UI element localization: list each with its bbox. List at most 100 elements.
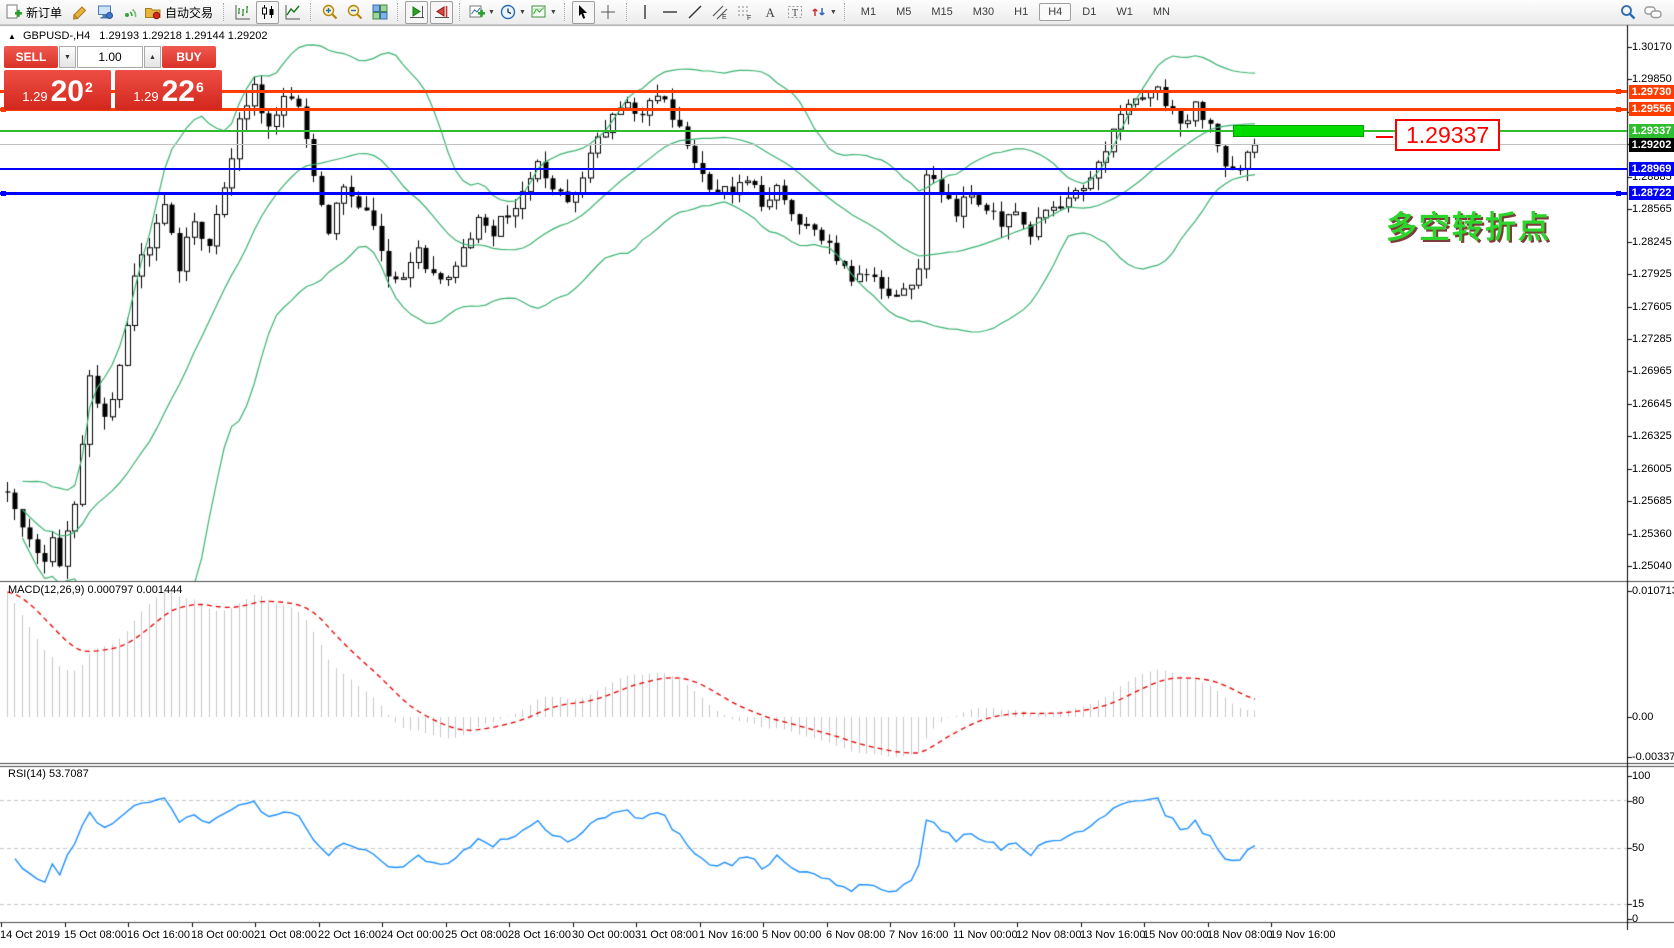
crosshair-button[interactable] (597, 1, 620, 24)
sell-price-small: 1.29 (22, 89, 47, 104)
periods-button[interactable]: ▼ (498, 1, 527, 24)
chart-bars-button[interactable] (231, 1, 254, 24)
price-level-line-1.29556[interactable] (0, 108, 1627, 111)
indicators-button[interactable]: ▼ (467, 1, 496, 24)
chat-button[interactable] (1641, 1, 1664, 24)
timeframe-m15[interactable]: M15 (922, 3, 961, 21)
crosshair-icon (599, 3, 617, 21)
arrows-button[interactable]: ▼ (809, 1, 838, 24)
text-label-icon: T (786, 3, 804, 21)
horizontal-line-button[interactable] (659, 1, 682, 24)
time-axis-label: 19 Nov 16:00 (1270, 929, 1335, 941)
cursor-icon (574, 3, 592, 21)
timeframe-d1[interactable]: D1 (1073, 3, 1105, 21)
toolbar: 新订单 自动交易 ▼ ▼ ▼ E F A T ▼ M1M5M15M30H1H4D… (0, 0, 1674, 25)
buy-price-box[interactable]: 1.29 22 6 (115, 70, 222, 110)
price-level-badge-1.29730: 1.29730 (1629, 85, 1674, 99)
time-axis-label: 22 Oct 16:00 (318, 929, 381, 941)
sell-button[interactable]: SELL (4, 46, 58, 68)
level-endpoint-marker[interactable] (1616, 107, 1621, 112)
autotrade-icon (144, 3, 162, 21)
volume-increase-button[interactable]: ▲ (144, 46, 161, 68)
sell-price-sup: 2 (85, 79, 93, 95)
price-tick-label: 1.25360 (1632, 528, 1672, 540)
timeframe-m5[interactable]: M5 (887, 3, 920, 21)
tile-windows-button[interactable] (368, 1, 391, 24)
channel-icon: E (711, 3, 729, 21)
price-level-line-1.28722[interactable] (0, 192, 1627, 195)
price-tick-label: 1.29850 (1632, 73, 1672, 85)
collapse-panel-icon[interactable]: ▲ (8, 32, 16, 41)
dropdown-caret-icon: ▼ (488, 9, 495, 16)
volume-input[interactable] (77, 46, 143, 68)
time-axis-label: 16 Oct 16:00 (127, 929, 190, 941)
timeframe-mn[interactable]: MN (1144, 3, 1179, 21)
chart-line-button[interactable] (281, 1, 304, 24)
buy-button[interactable]: BUY (162, 46, 216, 68)
timeframe-m30[interactable]: M30 (964, 3, 1003, 21)
price-tick-label: 1.25685 (1632, 495, 1672, 507)
cursor-button[interactable] (572, 1, 595, 24)
time-axis-label: 24 Oct 00:00 (381, 929, 444, 941)
price-level-line-1.29202[interactable] (0, 144, 1627, 145)
rsi-axis-label: 100 (1632, 770, 1650, 782)
search-button[interactable] (1616, 1, 1639, 24)
dropdown-caret-icon: ▼ (550, 9, 557, 16)
toolbar-separator (564, 3, 566, 21)
time-axis-label: 5 Nov 00:00 (762, 929, 821, 941)
metaeditor-button[interactable] (68, 1, 91, 24)
rsi-axis-label: 80 (1632, 795, 1644, 807)
price-level-line-1.29730[interactable] (0, 90, 1627, 93)
time-axis-label: 21 Oct 08:00 (254, 929, 317, 941)
svg-text:F: F (747, 15, 751, 21)
sell-price-box[interactable]: 1.29 20 2 (4, 70, 111, 110)
chart-candles-button[interactable] (256, 1, 279, 24)
autoscroll-button[interactable] (405, 1, 428, 24)
chart-shift-icon (433, 3, 451, 21)
search-icon (1619, 3, 1637, 21)
vps-button[interactable] (93, 1, 116, 24)
toolbar-separator (844, 3, 846, 21)
price-level-line-1.29337[interactable] (0, 130, 1627, 132)
channel-button[interactable]: E (709, 1, 732, 24)
green-highlight-bar[interactable] (1233, 125, 1364, 137)
time-axis-label: 12 Nov 08:00 (1016, 929, 1081, 941)
price-level-line-1.28969[interactable] (0, 168, 1627, 170)
level-endpoint-marker[interactable] (1, 191, 6, 196)
trendline-button[interactable] (684, 1, 707, 24)
price-level-badge-1.29337: 1.29337 (1629, 124, 1674, 138)
time-axis-label: 30 Oct 00:00 (572, 929, 635, 941)
time-axis-label: 15 Nov 00:00 (1143, 929, 1208, 941)
autotrade-button[interactable]: 自动交易 (143, 1, 217, 24)
volume-decrease-button[interactable]: ▼ (59, 46, 76, 68)
macd-label: MACD(12,26,9) 0.000797 0.001444 (8, 584, 182, 596)
vertical-line-button[interactable] (634, 1, 657, 24)
text-button[interactable]: A (759, 1, 782, 24)
new-order-button[interactable]: 新订单 (4, 1, 66, 24)
timeframe-m1[interactable]: M1 (852, 3, 885, 21)
price-tick-label: 1.28565 (1632, 203, 1672, 215)
text-label-button[interactable]: T (784, 1, 807, 24)
signals-button[interactable] (118, 1, 141, 24)
macd-value-main: 0.000797 (87, 584, 133, 596)
bars-chart-icon (234, 3, 252, 21)
timeframe-w1[interactable]: W1 (1107, 3, 1142, 21)
buy-price-small: 1.29 (133, 89, 158, 104)
timeframe-h1[interactable]: H1 (1005, 3, 1037, 21)
fibonacci-button[interactable]: F (734, 1, 757, 24)
zoom-in-button[interactable] (318, 1, 341, 24)
price-callout-box[interactable]: 1.29337 (1395, 119, 1500, 151)
buy-price-big: 22 (162, 77, 195, 107)
time-axis-label: 25 Oct 08:00 (445, 929, 508, 941)
level-endpoint-marker[interactable] (1616, 89, 1621, 94)
templates-button[interactable]: ▼ (529, 1, 558, 24)
time-axis-label: 18 Oct 00:00 (191, 929, 254, 941)
price-tick-label: 1.28245 (1632, 236, 1672, 248)
chart-shift-button[interactable] (430, 1, 453, 24)
zoom-out-button[interactable] (343, 1, 366, 24)
toolbar-separator (459, 3, 461, 21)
symbol-ohlc: 1.29193 1.29218 1.29144 1.29202 (99, 30, 267, 42)
arrows-icon (810, 3, 828, 21)
level-endpoint-marker[interactable] (1616, 191, 1621, 196)
timeframe-h4[interactable]: H4 (1039, 3, 1071, 21)
